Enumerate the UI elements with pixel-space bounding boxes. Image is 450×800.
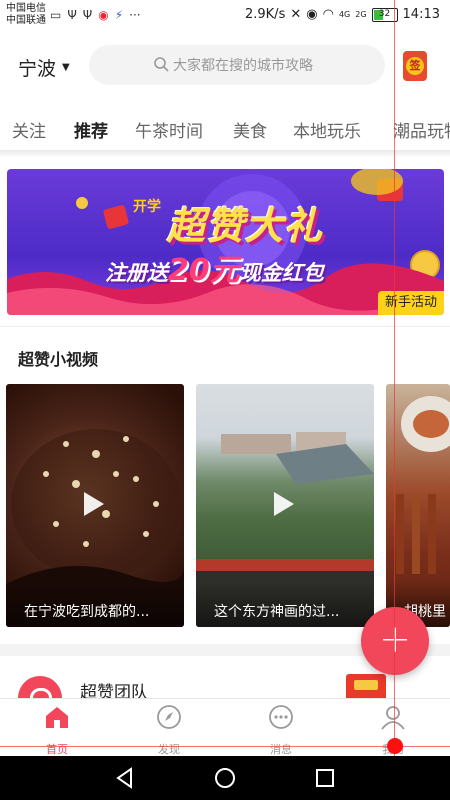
back-icon[interactable]	[113, 766, 137, 790]
video-carousel[interactable]: 在宁波吃到成都的... 这个东方神画的过... 胡桃里	[0, 384, 450, 627]
weibo-icon: ◉	[98, 8, 109, 22]
bottom-nav: 首页 发现 消息 我的	[0, 698, 450, 756]
home-circle-icon[interactable]	[213, 766, 237, 790]
video-card[interactable]: 在宁波吃到成都的...	[6, 384, 184, 627]
signal-icon: 2G	[355, 10, 367, 19]
more-icon: ···	[129, 8, 141, 22]
tab-trendy[interactable]: 潮品玩物	[393, 117, 450, 142]
person-icon	[381, 706, 405, 730]
banner-sub-suffix: 现金红包	[239, 261, 324, 285]
mute-icon: ✕	[290, 7, 302, 22]
banner-kaixue: 开学	[133, 199, 161, 215]
search-placeholder: 大家都在搜的城市攻略	[173, 58, 313, 74]
tab-follow[interactable]: 关注	[12, 117, 46, 142]
home-icon	[46, 707, 68, 728]
overlay-guide-line	[0, 746, 450, 747]
section-title: 超赞小视频	[18, 350, 99, 369]
nav-home[interactable]: 首页	[17, 703, 97, 757]
compass-icon	[157, 705, 181, 729]
message-icon	[269, 705, 293, 729]
clock: 14:13	[402, 7, 440, 22]
play-icon	[84, 492, 104, 516]
overlay-guide-line	[394, 0, 395, 756]
wifi-icon: ◠	[322, 7, 334, 22]
status-right: 2.9K/s ✕ ◉ ◠ 4G 2G 32 14:13	[245, 7, 440, 22]
video-card[interactable]: 这个东方神画的过...	[196, 384, 374, 627]
promo-banner[interactable]: 开学 超赞大礼 注册送20元现金红包 新手活动	[7, 169, 444, 315]
carrier-2: 中国联通	[6, 15, 46, 26]
system-nav-bar	[0, 756, 450, 800]
banner-amount: 20元	[168, 253, 240, 288]
nav-home-label: 首页	[46, 743, 68, 756]
nav-messages[interactable]: 消息	[241, 703, 321, 757]
tab-local-fun[interactable]: 本地玩乐	[293, 117, 361, 142]
nav-discover[interactable]: 发现	[129, 703, 209, 757]
city-name: 宁波	[18, 58, 57, 80]
search-input[interactable]: 大家都在搜的城市攻略	[89, 45, 385, 85]
eye-icon: ◉	[306, 7, 318, 22]
banner-sub-prefix: 注册送	[105, 261, 168, 285]
app-icon: ⚡	[114, 8, 124, 22]
usb-icon: Ψ	[82, 8, 93, 22]
tab-afternoon-tea[interactable]: 午茶时间	[135, 117, 203, 142]
status-bar: 中国电信 中国联通 ▭ Ψ Ψ ◉ ⚡ ··· 2.9K/s ✕ ◉ ◠ 4G …	[0, 0, 450, 32]
touch-indicator-dot	[387, 738, 403, 754]
caret-down-icon: ▼	[62, 62, 70, 73]
banner-subtitle: 注册送20元现金红包	[105, 245, 324, 289]
add-post-button[interactable]: +	[361, 607, 429, 675]
header: 宁波 ▼ 大家都在搜的城市攻略 签	[0, 40, 450, 94]
checkin-icon: 签	[406, 57, 424, 75]
banner-title: 超赞大礼	[167, 204, 324, 248]
tab-recommend[interactable]: 推荐	[74, 117, 108, 142]
checkin-button[interactable]: 签	[403, 51, 427, 81]
city-selector[interactable]: 宁波 ▼	[18, 54, 70, 81]
video-caption: 这个东方神画的过...	[196, 581, 374, 627]
carrier-1: 中国电信	[6, 3, 46, 14]
category-tabs: 关注 推荐 午茶时间 美食 本地玩乐 潮品玩物	[0, 108, 450, 150]
notification-icons: ▭ Ψ Ψ ◉ ⚡ ···	[50, 8, 141, 22]
signal-icon: 4G	[338, 10, 351, 19]
video-caption: 在宁波吃到成都的...	[6, 581, 184, 627]
carrier-labels: 中国电信 中国联通	[6, 3, 46, 27]
net-speed: 2.9K/s	[244, 7, 286, 22]
tabs-shadow	[0, 150, 450, 158]
recents-icon[interactable]	[313, 766, 337, 790]
play-icon	[274, 492, 294, 516]
newbie-badge: 新手活动	[378, 291, 444, 315]
divider	[0, 326, 450, 327]
usb-icon: Ψ	[67, 8, 77, 22]
video-card[interactable]: 胡桃里	[386, 384, 450, 627]
nav-discover-label: 发现	[158, 743, 180, 756]
tab-food[interactable]: 美食	[233, 117, 267, 142]
nav-messages-label: 消息	[270, 743, 292, 756]
car-icon: ▭	[50, 8, 62, 22]
search-icon	[154, 57, 169, 72]
